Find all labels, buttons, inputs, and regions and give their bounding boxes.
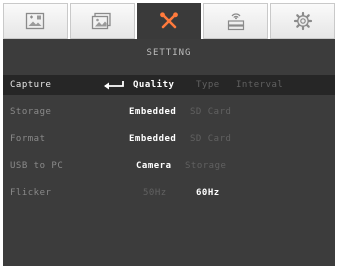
option-60hz[interactable]: 60Hz bbox=[196, 188, 220, 198]
setting-row-format[interactable]: Format Embedded SD Card bbox=[3, 129, 335, 149]
tab-system[interactable] bbox=[270, 3, 335, 39]
row-label: Flicker bbox=[10, 188, 52, 198]
gear-icon bbox=[293, 11, 312, 31]
row-label: Storage bbox=[10, 107, 52, 117]
enter-arrow-icon bbox=[104, 81, 124, 90]
row-label: USB to PC bbox=[10, 161, 64, 171]
menu-tab-bar bbox=[3, 3, 335, 39]
settings-tools-icon bbox=[160, 12, 178, 29]
tab-setting[interactable] bbox=[136, 3, 202, 39]
photo-gallery-icon bbox=[92, 12, 111, 30]
option-embedded[interactable]: Embedded bbox=[129, 134, 176, 144]
option-sd-card[interactable]: SD Card bbox=[190, 107, 231, 117]
tab-image[interactable] bbox=[3, 3, 68, 39]
option-quality[interactable]: Quality bbox=[133, 80, 174, 90]
setting-row-capture[interactable]: Capture Quality Type Interval bbox=[3, 75, 335, 95]
option-storage[interactable]: Storage bbox=[185, 161, 226, 171]
option-interval[interactable]: Interval bbox=[236, 80, 283, 90]
option-sd-card[interactable]: SD Card bbox=[190, 134, 231, 144]
tab-gallery[interactable] bbox=[69, 3, 135, 39]
setting-panel: SETTING Capture Quality Type Interval St… bbox=[3, 39, 335, 266]
setting-row-storage[interactable]: Storage Embedded SD Card bbox=[3, 102, 335, 122]
row-label: Format bbox=[10, 134, 46, 144]
osd-menu: SETTING Capture Quality Type Interval St… bbox=[0, 0, 338, 269]
row-label: Capture bbox=[10, 80, 52, 90]
tab-network[interactable] bbox=[203, 3, 269, 39]
panel-title: SETTING bbox=[146, 48, 192, 58]
setting-row-flicker[interactable]: Flicker 50Hz 60Hz bbox=[3, 183, 335, 203]
network-icon bbox=[227, 13, 244, 31]
option-embedded[interactable]: Embedded bbox=[129, 107, 176, 117]
setting-row-usb-to-pc[interactable]: USB to PC Camera Storage bbox=[3, 156, 335, 176]
option-camera[interactable]: Camera bbox=[136, 161, 172, 171]
option-type[interactable]: Type bbox=[196, 80, 220, 90]
image-adjust-icon bbox=[26, 12, 45, 30]
option-50hz[interactable]: 50Hz bbox=[143, 188, 167, 198]
